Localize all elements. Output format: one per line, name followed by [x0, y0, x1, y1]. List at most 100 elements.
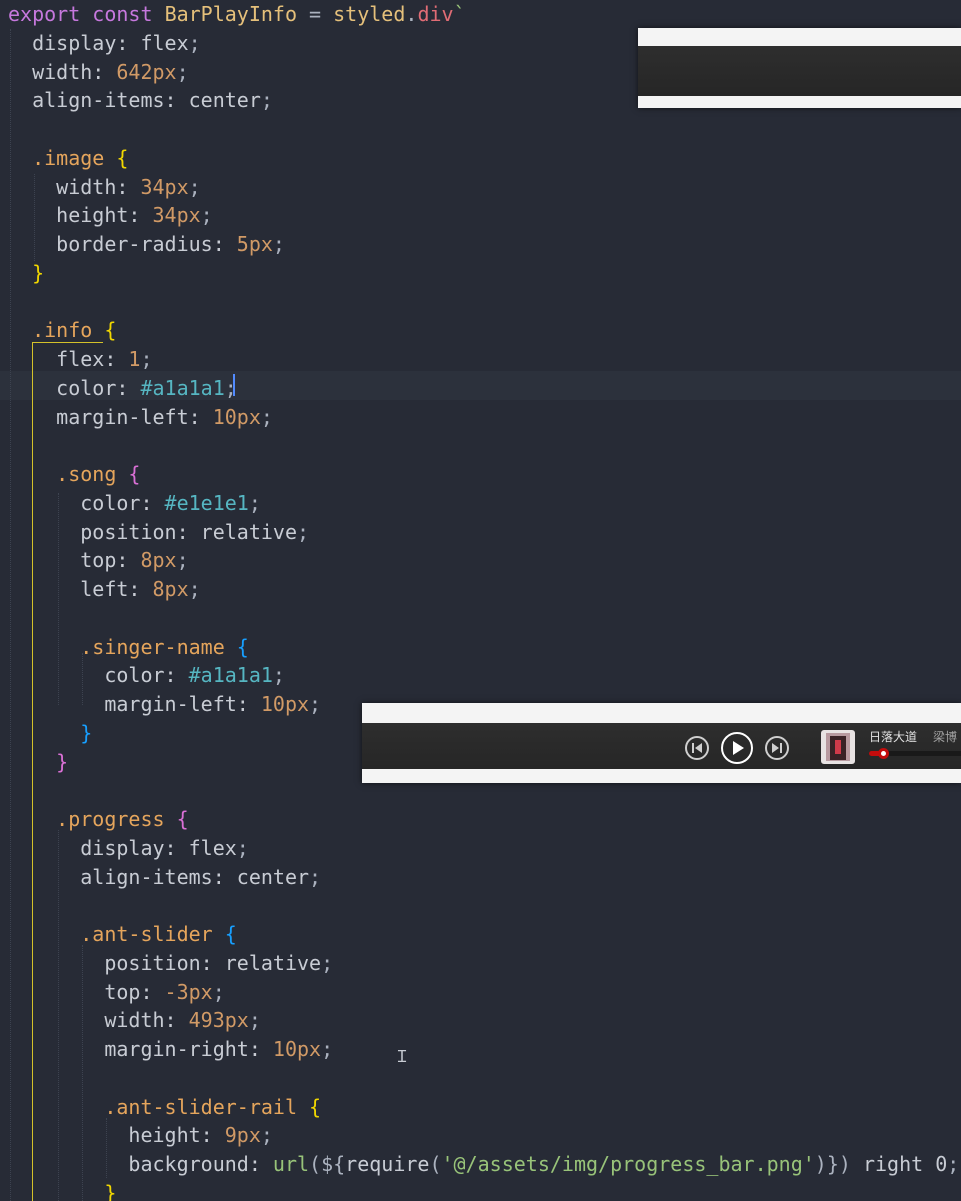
code-token: ${ [321, 1152, 346, 1176]
code-line[interactable]: display: flex; [8, 834, 249, 863]
code-token: { [104, 318, 117, 342]
code-line[interactable]: .info { [8, 316, 116, 345]
code-token: } [8, 261, 45, 285]
code-line[interactable]: height: 9px; [8, 1121, 273, 1150]
code-line[interactable]: } [8, 259, 44, 288]
code-line[interactable]: } [8, 719, 92, 748]
code-token: styled [333, 2, 406, 26]
player-preview-top [638, 28, 961, 108]
code-token: border-radius: [8, 232, 237, 256]
code-token: url [272, 1152, 310, 1176]
code-token: } [826, 1152, 839, 1176]
code-line[interactable]: align-items: center; [8, 863, 321, 892]
code-line[interactable]: .image { [8, 144, 128, 173]
code-token: position: [8, 520, 201, 544]
code-token: 5px [236, 232, 273, 256]
code-token: color: [8, 663, 189, 687]
code-line[interactable]: align-items: center; [8, 86, 273, 115]
code-token: 1 [128, 347, 141, 371]
code-line[interactable]: .ant-slider-rail { [8, 1093, 321, 1122]
code-token: div [417, 2, 454, 26]
code-token: { [128, 462, 141, 486]
code-line[interactable]: height: 34px; [8, 201, 213, 230]
code-line[interactable]: } [8, 1179, 116, 1201]
code-token: { [224, 922, 237, 946]
code-line[interactable]: left: 8px; [8, 575, 201, 604]
code-line[interactable]: width: 493px; [8, 1006, 261, 1035]
code-token: = [297, 2, 334, 26]
code-line[interactable]: width: 34px; [8, 173, 201, 202]
code-token: width: [8, 1008, 189, 1032]
preview-top-strip [638, 28, 961, 46]
code-line[interactable]: position: relative; [8, 518, 309, 547]
code-line[interactable]: color: #a1a1a1; [8, 374, 237, 403]
prev-icon[interactable] [685, 736, 709, 760]
code-token: flex [188, 836, 237, 860]
code-token: ) [838, 1152, 851, 1176]
code-token: background: [8, 1152, 273, 1176]
preview-bottom-strip [638, 96, 961, 108]
code-line[interactable]: .progress { [8, 805, 188, 834]
code-line[interactable]: display: flex; [8, 29, 201, 58]
code-token: 9px [224, 1123, 261, 1147]
code-token: { [236, 635, 249, 659]
code-line[interactable]: margin-right: 10px; [8, 1035, 333, 1064]
code-token: top: [8, 980, 165, 1004]
code-token: height: [8, 1123, 225, 1147]
code-token: 34px [140, 175, 189, 199]
code-token: width: [8, 60, 117, 84]
code-line[interactable]: top: -3px; [8, 978, 224, 1007]
code-token: .song [8, 462, 129, 486]
code-line[interactable]: .ant-slider { [8, 920, 237, 949]
code-token: ; [176, 548, 189, 572]
code-token: ) [814, 1152, 827, 1176]
code-line[interactable]: width: 642px; [8, 58, 189, 87]
code-token: center [188, 88, 261, 112]
code-token: .image [8, 146, 117, 170]
code-token: 34px [152, 203, 201, 227]
code-token: { [116, 146, 129, 170]
code-line[interactable]: .song { [8, 460, 140, 489]
code-line[interactable]: margin-left: 10px; [8, 403, 273, 432]
code-line[interactable]: flex: 1; [8, 345, 152, 374]
code-line[interactable]: .singer-name { [8, 633, 249, 662]
code-token: ; [309, 865, 322, 889]
code-token: #e1e1e1 [164, 491, 249, 515]
next-icon[interactable] [765, 736, 789, 760]
code-token: ; [188, 175, 201, 199]
code-line[interactable]: export const BarPlayInfo = styled.div` [8, 0, 466, 29]
code-token: ; [272, 232, 285, 256]
code-token: center [236, 865, 310, 889]
code-line[interactable]: color: #a1a1a1; [8, 661, 285, 690]
play-icon[interactable] [721, 732, 753, 764]
code-token: . [405, 2, 418, 26]
code-token: .ant-slider [8, 922, 225, 946]
preview-bottom-strip [362, 769, 961, 783]
code-token: ; [188, 577, 201, 601]
code-line[interactable]: background: url(${require('@/assets/img/… [8, 1150, 959, 1179]
code-token: } [8, 721, 93, 745]
code-line[interactable]: border-radius: 5px; [8, 230, 285, 259]
code-token: display: [8, 836, 189, 860]
code-token: } [8, 1181, 117, 1201]
code-token: '@/assets/img/progress_bar.png' [441, 1152, 815, 1176]
code-line[interactable]: position: relative; [8, 949, 333, 978]
code-line[interactable]: margin-left: 10px; [8, 690, 321, 719]
album-cover-icon [821, 730, 855, 764]
code-line[interactable]: color: #e1e1e1; [8, 489, 261, 518]
song-title: 日落大道 [869, 730, 918, 744]
code-token: align-items: [8, 865, 237, 889]
code-line[interactable]: top: 8px; [8, 546, 189, 575]
code-token: 10px [212, 405, 261, 429]
code-token: width: [8, 175, 141, 199]
code-line[interactable]: } [8, 748, 68, 777]
code-token: .progress [8, 807, 177, 831]
code-token: margin-right: [8, 1037, 273, 1061]
code-token: ` [453, 2, 466, 26]
code-editor[interactable]: export const BarPlayInfo = styled.div` d… [0, 0, 961, 1201]
code-token: 8px [152, 577, 189, 601]
code-token: BarPlayInfo [164, 2, 298, 26]
text-cursor-icon: Ｉ [394, 1047, 411, 1066]
code-token: top: [8, 548, 141, 572]
